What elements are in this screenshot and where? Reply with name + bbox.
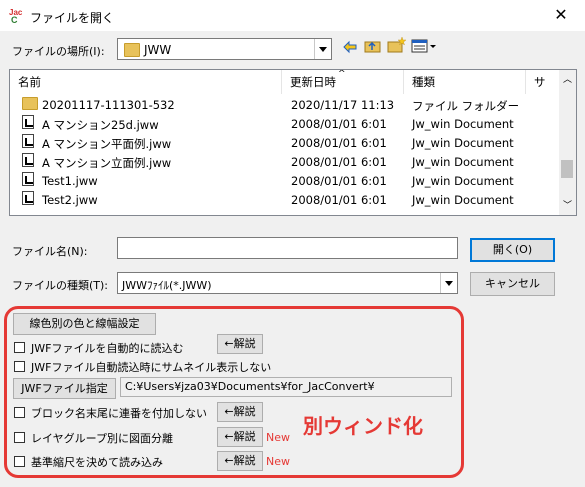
view-menu-icon[interactable] [411, 38, 437, 54]
folder-icon [22, 97, 38, 110]
location-combo[interactable]: JWW [117, 38, 332, 60]
file-date: 2008/01/01 6:01 [291, 174, 387, 188]
chevron-down-icon[interactable] [440, 273, 457, 293]
scale-read-checkbox[interactable] [14, 456, 25, 467]
file-type: Jw_win Document [412, 155, 514, 169]
jwf-path-value: C:¥Users¥jza03¥Documents¥for_JacConvert¥ [125, 380, 375, 393]
file-name: A マンション25d.jww [42, 118, 159, 132]
file-name: A マンション立面例.jww [42, 156, 172, 170]
close-icon[interactable]: ✕ [551, 5, 571, 24]
file-row[interactable]: A マンション立面例.jww 2008/01/01 6:01 Jw_win Do… [10, 152, 550, 171]
jww-document-icon [22, 115, 34, 129]
file-row[interactable]: Test1.jww 2008/01/01 6:01 Jw_win Documen… [10, 171, 550, 190]
auto-jwf-checkbox[interactable] [14, 342, 25, 353]
file-type: ファイル フォルダー [412, 99, 520, 113]
jww-document-icon [22, 153, 34, 167]
scroll-up-icon[interactable]: ︿ [563, 72, 572, 85]
filetype-value: JWWﾌｧｲﾙ(*.JWW) [122, 279, 212, 292]
open-file-dialog: Jac C ファイルを開く ✕ ファイルの場所(I): JWW 名前 更新日時 … [0, 0, 585, 487]
column-header-type[interactable]: 種類 [404, 70, 526, 94]
svg-text:C: C [11, 15, 18, 24]
file-type: Jw_win Document [412, 193, 514, 207]
file-row[interactable]: A マンション25d.jww 2008/01/01 6:01 Jw_win Do… [10, 114, 550, 133]
jwf-file-button[interactable]: JWFファイル指定 [13, 378, 116, 399]
column-header-name[interactable]: 名前 [10, 70, 282, 94]
up-folder-icon[interactable] [364, 38, 382, 54]
file-row[interactable]: 20201117-111301-532 2020/11/17 11:13 ファイ… [10, 95, 550, 114]
jww-document-icon [22, 134, 34, 148]
block-seq-checkbox[interactable] [14, 407, 25, 418]
file-name: 20201117-111301-532 [42, 98, 175, 112]
file-name: Test1.jww [42, 174, 98, 188]
back-arrow-icon[interactable] [343, 40, 357, 54]
vertical-scrollbar[interactable]: ︿ ﹀ [559, 70, 576, 215]
layer-group-label: レイヤグループ別に図面分離 [31, 432, 174, 445]
column-header-date[interactable]: 更新日時 ^ [282, 70, 404, 94]
chevron-down-icon[interactable] [314, 39, 331, 59]
file-row[interactable]: Test2.jww 2008/01/01 6:01 Jw_win Documen… [10, 190, 550, 209]
explain-button-3[interactable]: ←解説 [217, 427, 263, 447]
file-date: 2008/01/01 6:01 [291, 193, 387, 207]
file-date: 2008/01/01 6:01 [291, 155, 387, 169]
no-thumbnail-label: JWFファイル自動読込時にサムネイル表示しない [31, 361, 272, 374]
line-color-width-button[interactable]: 線色別の色と線幅設定 [13, 313, 156, 335]
sort-up-icon: ^ [338, 69, 346, 79]
new-badge: New [266, 455, 290, 468]
file-name: Test2.jww [42, 193, 98, 207]
scrollbar-thumb[interactable] [561, 160, 573, 178]
file-type: Jw_win Document [412, 174, 514, 188]
no-thumbnail-checkbox[interactable] [14, 361, 25, 372]
file-type: Jw_win Document [412, 136, 514, 150]
jwf-path-field[interactable]: C:¥Users¥jza03¥Documents¥for_JacConvert¥ [120, 377, 452, 397]
location-label: ファイルの場所(I): [12, 45, 105, 58]
open-button[interactable]: 開く(O) [470, 238, 555, 262]
folder-icon [124, 43, 140, 57]
filetype-label: ファイルの種類(T): [12, 279, 109, 292]
filetype-select[interactable]: JWWﾌｧｲﾙ(*.JWW) [117, 272, 458, 294]
file-list[interactable]: 名前 更新日時 ^ 種類 サ 20201117-111301-532 2020/… [9, 69, 577, 216]
explain-button-4[interactable]: ←解説 [217, 451, 263, 471]
auto-jwf-label: JWFファイルを自動的に読込む [31, 342, 184, 355]
explain-button-2[interactable]: ←解説 [217, 402, 263, 422]
cancel-button[interactable]: キャンセル [470, 272, 555, 296]
annotation-text: 別ウィンド化 [303, 414, 423, 438]
block-seq-label: ブロック名末尾に連番を付加しない [31, 407, 207, 420]
layer-group-checkbox[interactable] [14, 432, 25, 443]
title-bar: Jac C ファイルを開く ✕ [0, 0, 585, 31]
jww-document-icon [22, 172, 34, 186]
location-value: JWW [144, 43, 172, 57]
jac-app-icon: Jac C [9, 8, 23, 24]
file-name: A マンション平面例.jww [42, 137, 172, 151]
file-date: 2020/11/17 11:13 [291, 98, 395, 112]
scale-read-label: 基準縮尺を決めて読み込み [31, 456, 163, 469]
file-date: 2008/01/01 6:01 [291, 136, 387, 150]
file-row[interactable]: A マンション平面例.jww 2008/01/01 6:01 Jw_win Do… [10, 133, 550, 152]
file-date: 2008/01/01 6:01 [291, 117, 387, 131]
jww-document-icon [22, 191, 34, 205]
filename-label: ファイル名(N): [12, 245, 88, 258]
column-header-size[interactable]: サ [526, 70, 560, 94]
column-header-date-label: 更新日時 [290, 75, 336, 89]
filename-input[interactable] [117, 237, 458, 259]
new-badge: New [266, 431, 290, 444]
explain-button-1[interactable]: ←解説 [217, 334, 263, 354]
file-type: Jw_win Document [412, 117, 514, 131]
scroll-down-icon[interactable]: ﹀ [563, 198, 572, 211]
new-folder-icon[interactable] [387, 36, 407, 54]
window-title: ファイルを開く [30, 11, 115, 25]
